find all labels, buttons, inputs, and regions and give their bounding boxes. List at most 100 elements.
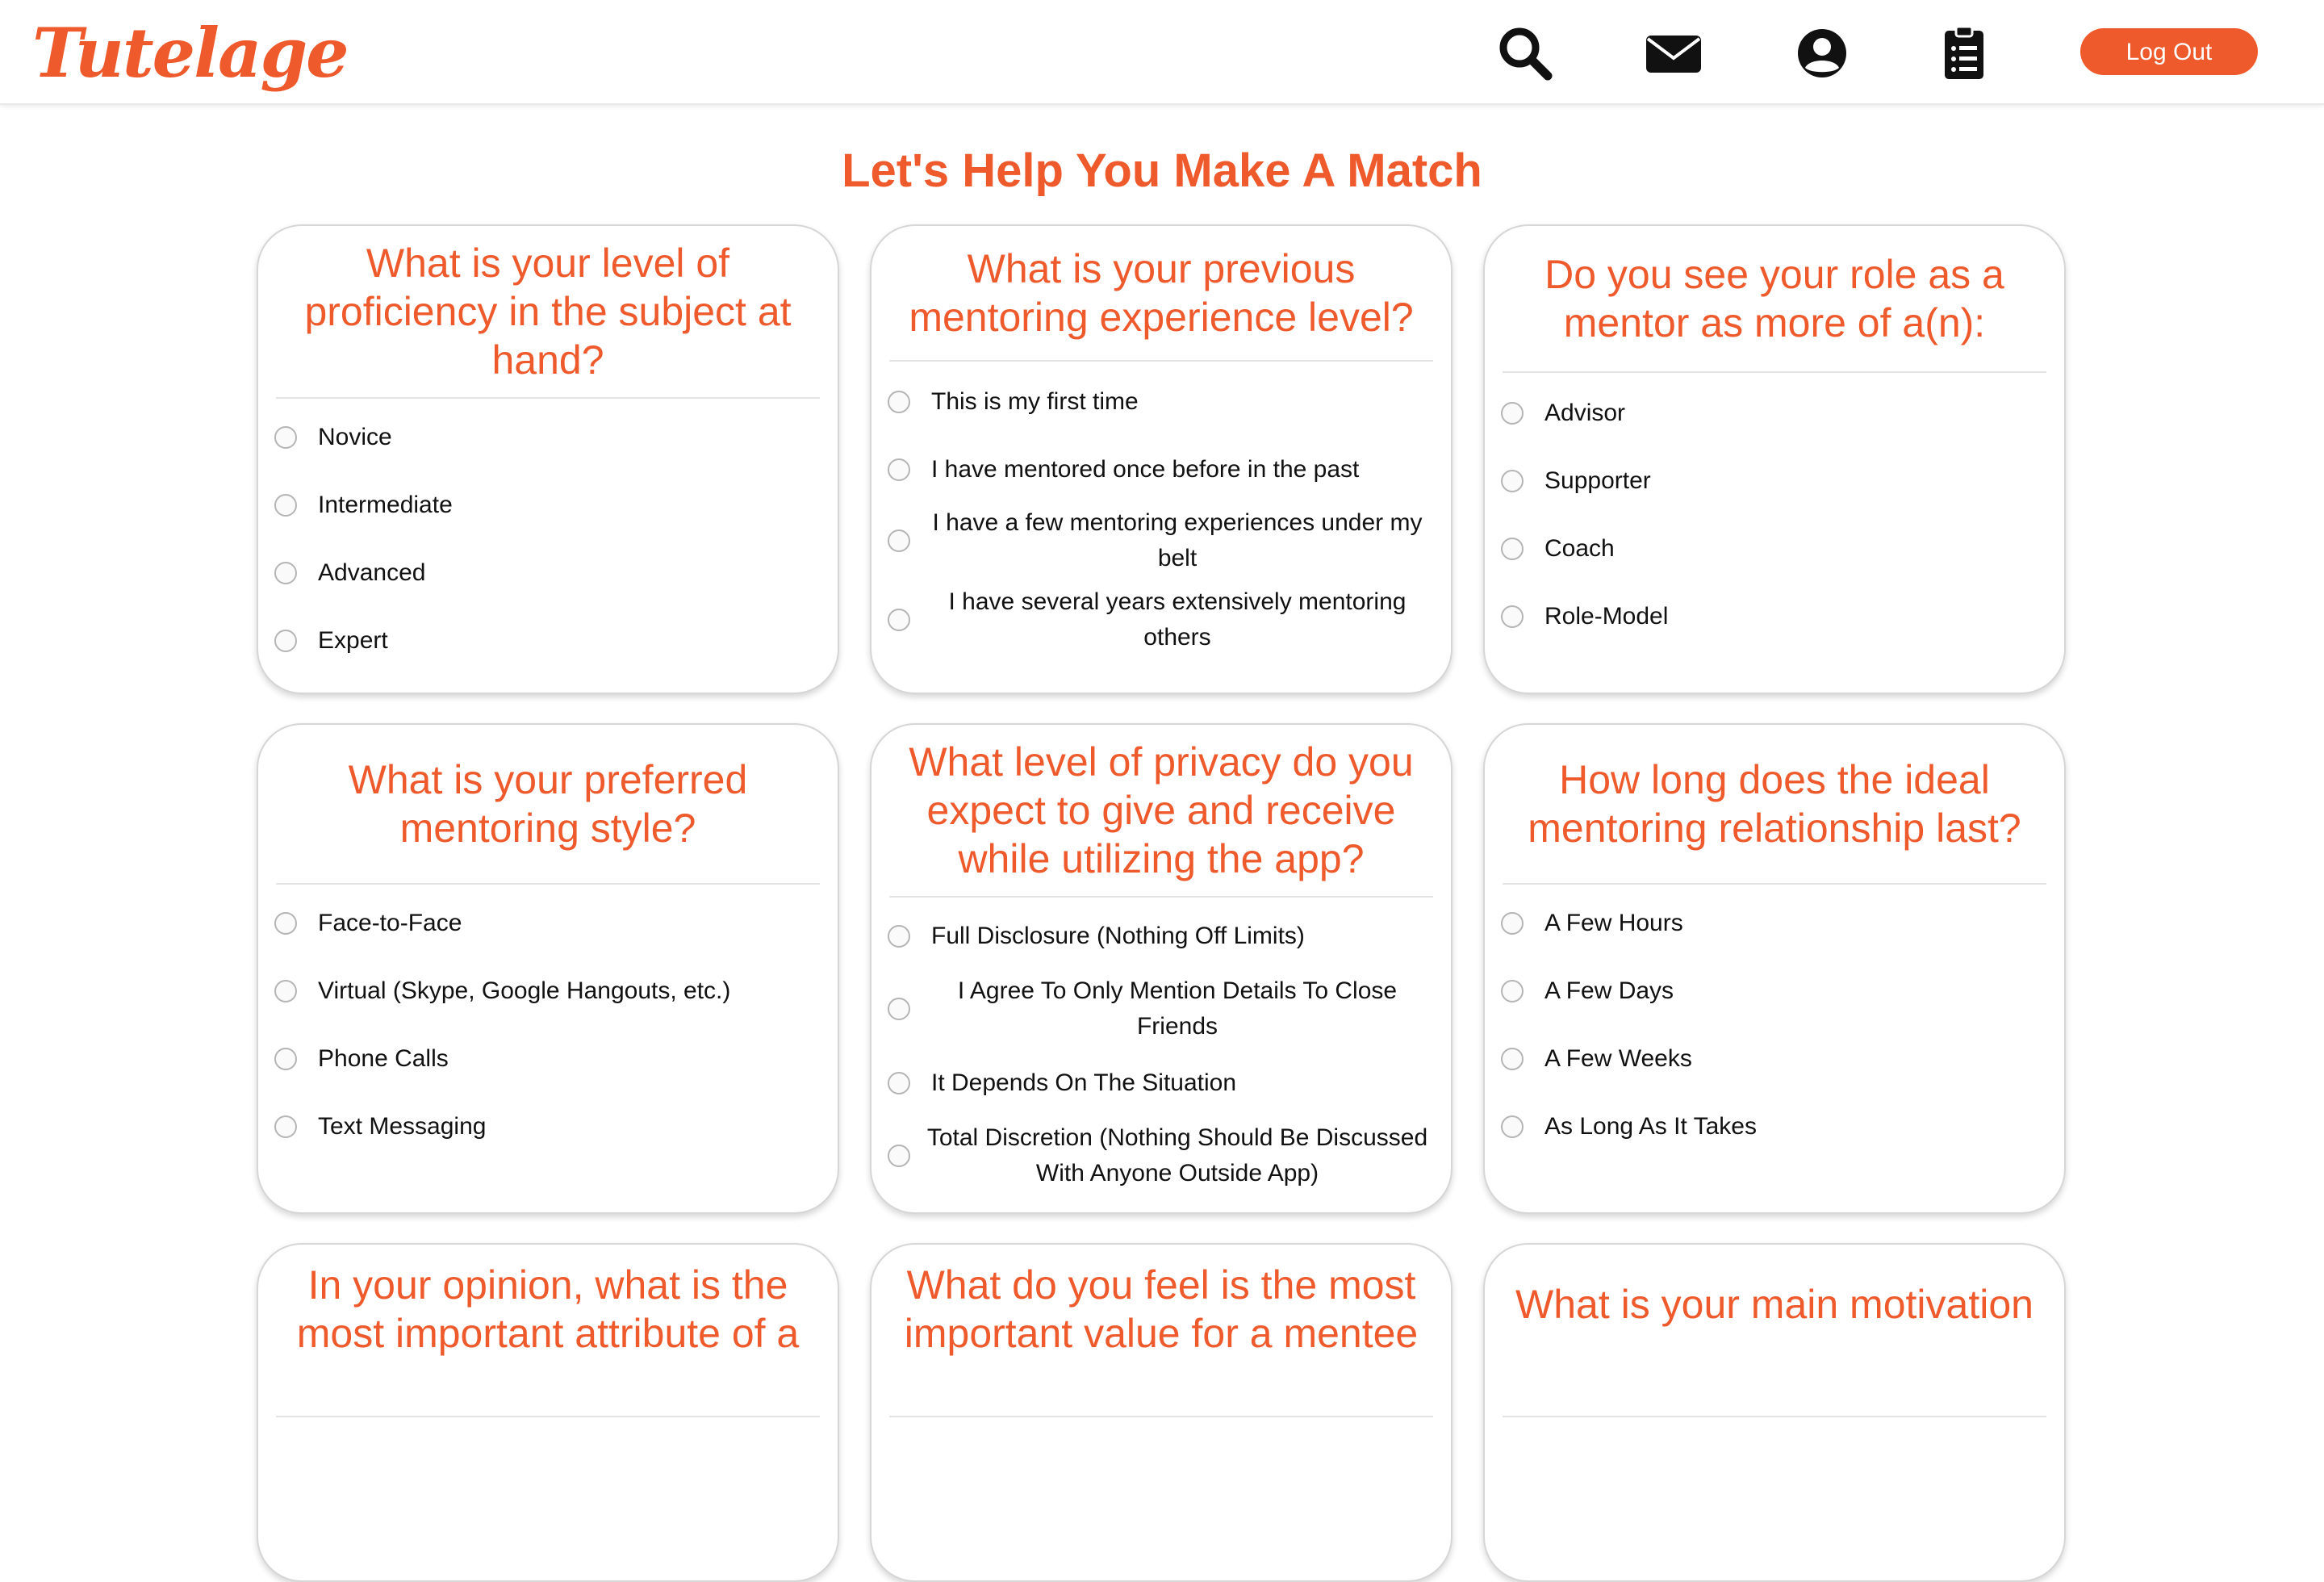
- option-label: Expert: [318, 627, 388, 654]
- clipboard-list-icon[interactable]: [1933, 23, 1995, 84]
- option-full-disclosure[interactable]: Full Disclosure (Nothing Off Limits): [884, 919, 1438, 954]
- option-label: Full Disclosure (Nothing Off Limits): [931, 923, 1305, 949]
- radio-button[interactable]: [1501, 538, 1524, 560]
- radio-button[interactable]: [274, 1048, 297, 1070]
- radio-button[interactable]: [888, 1145, 910, 1167]
- question-title: In your opinion, what is the most import…: [296, 1262, 800, 1356]
- option-several-years[interactable]: I have several years extensively mentori…: [884, 584, 1438, 655]
- option-label: A Few Hours: [1544, 910, 1683, 936]
- option-label: This is my first time: [931, 388, 1139, 415]
- option-label: I have mentored once before in the past: [931, 456, 1360, 483]
- radio-button[interactable]: [1501, 912, 1524, 935]
- radio-button[interactable]: [888, 998, 910, 1020]
- option-label: As Long As It Takes: [1544, 1113, 1757, 1140]
- question-title: How long does the ideal mentoring relati…: [1528, 757, 2021, 851]
- question-title: What is your main motivation: [1515, 1282, 2034, 1327]
- question-card-style: What is your preferred mentoring style? …: [257, 723, 839, 1214]
- option-label: Face-to-Face: [318, 910, 462, 936]
- option-label: Virtual (Skype, Google Hangouts, etc.): [318, 977, 731, 1004]
- radio-button[interactable]: [274, 562, 297, 584]
- option-novice[interactable]: Novice: [271, 420, 825, 455]
- question-header: How long does the ideal mentoring relati…: [1503, 725, 2046, 885]
- radio-button[interactable]: [274, 494, 297, 517]
- radio-button[interactable]: [1501, 1115, 1524, 1138]
- option-supporter[interactable]: Supporter: [1498, 463, 2051, 499]
- question-title: What is your previous mentoring experien…: [909, 246, 1414, 340]
- option-first-time[interactable]: This is my first time: [884, 384, 1438, 420]
- question-card-motivation: What is your main motivation: [1483, 1243, 2066, 1582]
- question-header: What is your main motivation: [1503, 1245, 2046, 1417]
- radio-button[interactable]: [274, 1115, 297, 1138]
- radio-button[interactable]: [888, 458, 910, 481]
- option-label: Total Discretion (Nothing Should Be Disc…: [926, 1124, 1428, 1186]
- option-few-days[interactable]: A Few Days: [1498, 973, 2051, 1009]
- option-label: Role-Model: [1544, 603, 1669, 630]
- option-few-weeks[interactable]: A Few Weeks: [1498, 1041, 2051, 1077]
- option-close-friends[interactable]: I Agree To Only Mention Details To Close…: [884, 973, 1438, 1044]
- option-text-messaging[interactable]: Text Messaging: [271, 1109, 825, 1145]
- radio-button[interactable]: [274, 630, 297, 652]
- radio-button[interactable]: [1501, 1048, 1524, 1070]
- option-label: Text Messaging: [318, 1113, 487, 1140]
- option-advisor[interactable]: Advisor: [1498, 396, 2051, 431]
- question-title: What is your level of proficiency in the…: [304, 241, 792, 383]
- option-expert[interactable]: Expert: [271, 623, 825, 659]
- question-card-attribute: In your opinion, what is the most import…: [257, 1243, 839, 1582]
- radio-button[interactable]: [888, 391, 910, 413]
- option-label: Novice: [318, 424, 392, 450]
- radio-button[interactable]: [888, 925, 910, 948]
- logout-button[interactable]: Log Out: [2080, 28, 2258, 75]
- option-label: Advisor: [1544, 400, 1626, 426]
- question-header: What is your previous mentoring experien…: [889, 226, 1433, 362]
- question-card-role: Do you see your role as a mentor as more…: [1483, 224, 2066, 694]
- radio-button[interactable]: [274, 912, 297, 935]
- option-label: Supporter: [1544, 467, 1651, 494]
- option-intermediate[interactable]: Intermediate: [271, 488, 825, 523]
- question-header: In your opinion, what is the most import…: [276, 1245, 820, 1417]
- option-label: Intermediate: [318, 492, 453, 518]
- navbar: Tutelage Log Out: [0, 0, 2324, 105]
- question-card-experience: What is your previous mentoring experien…: [870, 224, 1452, 694]
- question-title: What level of privacy do you expect to g…: [909, 739, 1414, 881]
- question-card-privacy: What level of privacy do you expect to g…: [870, 723, 1452, 1214]
- radio-button[interactable]: [1501, 470, 1524, 492]
- option-advanced[interactable]: Advanced: [271, 555, 825, 591]
- question-header: What is your level of proficiency in the…: [276, 226, 820, 399]
- question-title: Do you see your role as a mentor as more…: [1544, 252, 2004, 345]
- radio-button[interactable]: [888, 1072, 910, 1094]
- radio-button[interactable]: [1501, 980, 1524, 1002]
- question-card-value: What do you feel is the most important v…: [870, 1243, 1452, 1582]
- option-total-discretion[interactable]: Total Discretion (Nothing Should Be Disc…: [884, 1120, 1438, 1191]
- option-coach[interactable]: Coach: [1498, 531, 2051, 567]
- option-label: I have a few mentoring experiences under…: [932, 509, 1423, 571]
- option-role-model[interactable]: Role-Model: [1498, 599, 2051, 634]
- option-depends[interactable]: It Depends On The Situation: [884, 1065, 1438, 1101]
- option-label: A Few Weeks: [1544, 1045, 1692, 1072]
- option-face-to-face[interactable]: Face-to-Face: [271, 906, 825, 941]
- option-label: A Few Days: [1544, 977, 1674, 1004]
- radio-button[interactable]: [1501, 605, 1524, 628]
- option-few-experiences[interactable]: I have a few mentoring experiences under…: [884, 505, 1438, 576]
- option-label: Advanced: [318, 559, 426, 586]
- question-header: What level of privacy do you expect to g…: [889, 725, 1433, 898]
- option-label: I Agree To Only Mention Details To Close…: [957, 977, 1398, 1040]
- radio-button[interactable]: [274, 426, 297, 449]
- option-phone-calls[interactable]: Phone Calls: [271, 1041, 825, 1077]
- option-virtual[interactable]: Virtual (Skype, Google Hangouts, etc.): [271, 973, 825, 1009]
- envelope-icon[interactable]: [1643, 23, 1704, 84]
- option-few-hours[interactable]: A Few Hours: [1498, 906, 2051, 941]
- question-card-proficiency: What is your level of proficiency in the…: [257, 224, 839, 694]
- user-circle-icon[interactable]: [1791, 23, 1853, 84]
- page-title: Let's Help You Make A Match: [842, 144, 1482, 197]
- option-mentored-once[interactable]: I have mentored once before in the past: [884, 452, 1438, 488]
- radio-button[interactable]: [1501, 402, 1524, 425]
- radio-button[interactable]: [888, 529, 910, 552]
- question-header: What do you feel is the most important v…: [889, 1245, 1433, 1417]
- option-label: Phone Calls: [318, 1045, 449, 1072]
- brand-logo[interactable]: Tutelage: [32, 5, 349, 102]
- question-title: What is your preferred mentoring style?: [348, 757, 748, 851]
- search-icon[interactable]: [1494, 23, 1556, 84]
- radio-button[interactable]: [888, 609, 910, 631]
- radio-button[interactable]: [274, 980, 297, 1002]
- option-as-long-as-it-takes[interactable]: As Long As It Takes: [1498, 1109, 2051, 1145]
